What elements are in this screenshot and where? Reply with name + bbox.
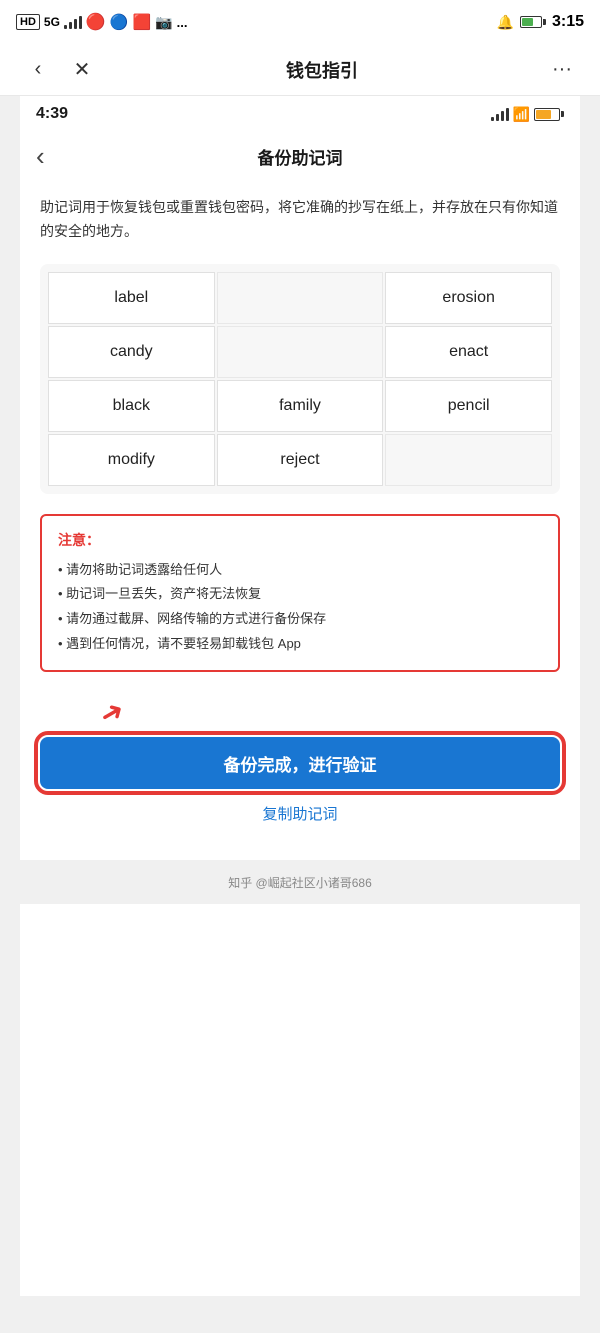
outer-status-left: HD 5G 🔴 🔵 🟥 📷 ... xyxy=(16,12,187,32)
phone-content: 4:39 📶 ‹ 备份助记词 助记词用于恢复钱包或重置钱包密码，将它准确的抄写在… xyxy=(20,96,580,1296)
outer-more-button[interactable]: ··· xyxy=(544,52,580,88)
mnemonic-cell-4: candy xyxy=(48,326,215,378)
warning-box: 注意： • 请勿将助记词透露给任何人 • 助记词一旦丢失，资产将无法恢复 • 请… xyxy=(40,514,560,673)
mnemonic-cell-5 xyxy=(217,326,384,378)
warning-item-1: • 请勿将助记词透露给任何人 xyxy=(58,558,542,583)
warning-item-3: • 请勿通过截屏、网络传输的方式进行备份保存 xyxy=(58,607,542,632)
outer-time: 3:15 xyxy=(552,13,584,31)
signal-5g: 5G xyxy=(44,15,60,29)
copy-mnemonic-link[interactable]: 复制助记词 xyxy=(40,803,560,824)
warning-title: 注意： xyxy=(58,530,542,550)
warning-item-4: • 遇到任何情况，请不要轻易卸载钱包 App xyxy=(58,632,542,657)
arrow-container: ➜ xyxy=(40,696,560,729)
weibo-icon: 🔴 xyxy=(86,12,106,32)
inner-nav-title: 备份助记词 xyxy=(258,144,343,169)
more-dots: ... xyxy=(177,15,188,30)
bell-icon: 🔔 xyxy=(497,14,514,31)
outer-back-button[interactable]: ‹ xyxy=(20,52,56,88)
inner-nav: ‹ 备份助记词 xyxy=(20,132,580,180)
description-text: 助记词用于恢复钱包或重置钱包密码，将它准确的抄写在纸上，并存放在只有你知道的安全… xyxy=(40,196,560,244)
mnemonic-cell-10: modify xyxy=(48,434,215,486)
inner-status-bar: 4:39 📶 xyxy=(20,96,580,132)
outer-nav-title: 钱包指引 xyxy=(286,61,358,81)
warning-item-2: • 助记词一旦丢失，资产将无法恢复 xyxy=(58,582,542,607)
inner-signal-icon xyxy=(491,107,509,121)
outer-close-button[interactable]: ✕ xyxy=(64,52,100,88)
mnemonic-grid: label erosion candy enact black xyxy=(48,272,552,486)
inner-status-icons: 📶 xyxy=(491,106,564,123)
signal-icon xyxy=(64,15,82,29)
mnemonic-container: label erosion candy enact black xyxy=(40,264,560,494)
main-content: 助记词用于恢复钱包或重置钱包密码，将它准确的抄写在纸上，并存放在只有你知道的安全… xyxy=(20,180,580,860)
inner-wifi-icon: 📶 xyxy=(513,106,530,123)
outer-nav: ‹ ✕ 钱包指引 ··· xyxy=(0,44,600,96)
app-icon-1: 🔵 xyxy=(110,13,129,31)
inner-back-button[interactable]: ‹ xyxy=(36,141,45,172)
backup-complete-button[interactable]: 备份完成，进行验证 xyxy=(40,737,560,789)
mnemonic-cell-6: enact xyxy=(385,326,552,378)
outer-status-bar: HD 5G 🔴 🔵 🟥 📷 ... 🔔 3:15 xyxy=(0,0,600,44)
outer-status-right: 🔔 3:15 xyxy=(497,13,584,31)
bottom-attribution: 知乎 @崛起社区小诸哥686 xyxy=(20,860,580,904)
battery-icon xyxy=(520,16,546,28)
mnemonic-cell-2 xyxy=(217,272,384,324)
app-icon-2: 🟥 xyxy=(133,13,152,31)
hd-badge: HD xyxy=(16,14,40,30)
mnemonic-cell-12 xyxy=(385,434,552,486)
mnemonic-cell-8: family xyxy=(217,380,384,432)
inner-battery-icon xyxy=(534,108,564,121)
mnemonic-cell-3: erosion xyxy=(385,272,552,324)
mnemonic-cell-9: pencil xyxy=(385,380,552,432)
arrow-down-icon: ➜ xyxy=(93,693,130,733)
mnemonic-cell-11: reject xyxy=(217,434,384,486)
inner-time: 4:39 xyxy=(36,105,68,123)
mnemonic-cell-1: label xyxy=(48,272,215,324)
mnemonic-cell-7: black xyxy=(48,380,215,432)
app-icon-3: 📷 xyxy=(155,14,172,31)
